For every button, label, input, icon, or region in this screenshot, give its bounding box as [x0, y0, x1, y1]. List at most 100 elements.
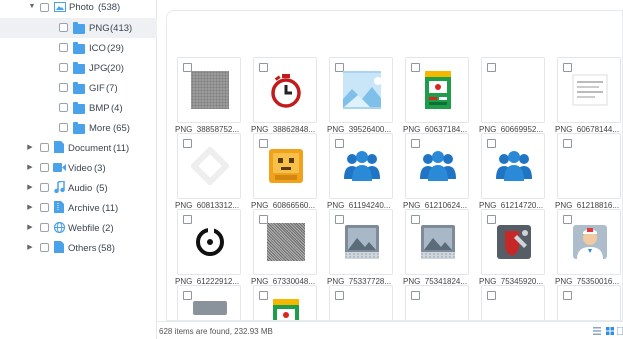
file-tile[interactable]: [557, 209, 621, 275]
file-tile[interactable]: [557, 57, 621, 123]
tree-item-count: (7): [106, 83, 118, 94]
file-thumbnail: [267, 299, 305, 320]
gif-checkbox[interactable]: [59, 83, 68, 92]
tree-item-jpg[interactable]: JPG (20): [0, 58, 157, 78]
tree-item-label: PNG: [89, 23, 110, 34]
jpg-checkbox[interactable]: [59, 63, 68, 72]
chevron-right-icon[interactable]: ▶: [26, 144, 34, 152]
tree-item-label: Document: [68, 143, 112, 154]
folder-icon: [73, 102, 85, 114]
file-thumbnail: [267, 223, 305, 261]
tree-item-count: (3): [94, 163, 106, 174]
tree-item-count: (58): [98, 243, 115, 254]
tree-item-count: (538): [98, 2, 121, 13]
audio-icon: [54, 180, 65, 194]
tree-item-png[interactable]: PNG (413): [0, 18, 157, 38]
file-tile[interactable]: [177, 57, 241, 123]
file-thumbnail: [343, 299, 381, 320]
tree-item-count: (65): [113, 123, 130, 134]
tree-item-count: (11): [113, 143, 130, 154]
chevron-down-icon[interactable]: ▼: [28, 3, 36, 11]
file-tile[interactable]: [177, 133, 241, 199]
chevron-right-icon[interactable]: ▶: [26, 204, 34, 212]
video-checkbox[interactable]: [40, 163, 49, 172]
tree-item-label: Video: [68, 163, 93, 174]
file-tile[interactable]: [329, 133, 393, 199]
chevron-right-icon[interactable]: ▶: [26, 244, 34, 252]
bmp-checkbox[interactable]: [59, 103, 68, 112]
ico-checkbox[interactable]: [59, 43, 68, 52]
others-checkbox[interactable]: [40, 243, 49, 252]
tree-item-label: Others: [68, 243, 97, 254]
app-window: ▼ Photo (538) PNG (413) ICO (29) JPG (20…: [0, 0, 623, 339]
file-tile[interactable]: [481, 133, 545, 199]
tree-item-photo[interactable]: ▼ Photo (538): [0, 0, 157, 18]
list-view-icon[interactable]: [593, 327, 601, 335]
audio-checkbox[interactable]: [40, 183, 49, 192]
photo-checkbox[interactable]: [40, 3, 49, 12]
tree-item-label: Photo: [69, 2, 94, 13]
tree-item-archive[interactable]: ▶ Archive (11): [0, 198, 157, 218]
file-thumbnail: [419, 147, 457, 185]
tree-item-count: (5): [96, 183, 108, 194]
tree-item-count: (11): [102, 203, 119, 214]
more-checkbox[interactable]: [59, 123, 68, 132]
video-icon: [53, 163, 66, 172]
file-tile[interactable]: [253, 285, 317, 320]
file-thumbnail: [419, 223, 457, 261]
file-tile[interactable]: [405, 57, 469, 123]
file-tile[interactable]: [557, 285, 621, 320]
tree-item-count: (413): [110, 23, 133, 34]
tree-item-gif[interactable]: GIF (7): [0, 78, 157, 98]
file-tile[interactable]: [177, 285, 241, 320]
tree-item-label: Archive: [68, 203, 100, 214]
file-tile[interactable]: [329, 57, 393, 123]
file-tile[interactable]: [405, 209, 469, 275]
file-thumbnail: [267, 147, 305, 185]
archive-checkbox[interactable]: [40, 203, 49, 212]
file-tile[interactable]: [557, 133, 621, 199]
file-thumbnail: [267, 71, 305, 109]
file-tile[interactable]: [405, 133, 469, 199]
tree-item-others[interactable]: ▶ Others (58): [0, 238, 157, 258]
file-tile[interactable]: [329, 209, 393, 275]
tree-item-document[interactable]: ▶ Document (11): [0, 138, 157, 158]
folder-icon: [73, 62, 85, 74]
file-tile[interactable]: [253, 133, 317, 199]
detail-view-icon[interactable]: [616, 326, 623, 336]
file-tile[interactable]: [481, 285, 545, 320]
tree-item-label: Webfile: [68, 223, 100, 234]
tree-item-more[interactable]: More (65): [0, 118, 157, 138]
tree-item-label: GIF: [89, 83, 105, 94]
chevron-right-icon[interactable]: ▶: [26, 224, 34, 232]
image-folder-icon: [54, 2, 66, 12]
file-tile[interactable]: [329, 285, 393, 320]
tree-item-ico[interactable]: ICO (29): [0, 38, 157, 58]
archive-icon: [54, 201, 64, 213]
folder-icon: [73, 122, 85, 134]
globe-icon: [53, 221, 66, 234]
file-type-tree: ▼ Photo (538) PNG (413) ICO (29) JPG (20…: [0, 0, 157, 339]
file-tile[interactable]: [481, 209, 545, 275]
tree-item-video[interactable]: ▶ Video (3): [0, 158, 157, 178]
chevron-right-icon[interactable]: ▶: [26, 164, 34, 172]
file-tile[interactable]: [177, 209, 241, 275]
file-tile[interactable]: [253, 57, 317, 123]
tree-item-label: BMP: [89, 103, 110, 114]
tree-item-audio[interactable]: ▶ Audio (5): [0, 178, 157, 198]
file-tile[interactable]: [405, 285, 469, 320]
tree-item-label: JPG: [89, 63, 108, 74]
chevron-right-icon[interactable]: ▶: [26, 184, 34, 192]
grid-view-icon[interactable]: [606, 327, 614, 335]
file-tile[interactable]: [481, 57, 545, 123]
webfile-checkbox[interactable]: [40, 223, 49, 232]
document-checkbox[interactable]: [40, 143, 49, 152]
file-thumbnail: [571, 71, 609, 109]
tree-item-bmp[interactable]: BMP (4): [0, 98, 157, 118]
file-thumbnail: [343, 147, 381, 185]
file-thumbnail: [343, 71, 381, 109]
file-tile[interactable]: [253, 209, 317, 275]
tree-item-webfile[interactable]: ▶ Webfile (2): [0, 218, 157, 238]
file-thumbnail: [571, 147, 609, 185]
png-checkbox[interactable]: [59, 23, 68, 32]
